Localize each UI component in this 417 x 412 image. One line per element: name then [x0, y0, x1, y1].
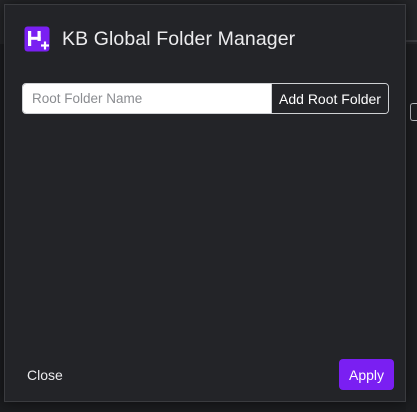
background-divider [406, 40, 417, 42]
background-control-edge [410, 103, 417, 121]
close-button[interactable]: Close [25, 365, 65, 385]
dialog-title: KB Global Folder Manager [62, 27, 296, 50]
apply-button[interactable]: Apply [339, 359, 394, 390]
folder-manager-dialog: KB Global Folder Manager Add Root Folder… [4, 4, 406, 402]
dialog-header: KB Global Folder Manager [24, 23, 295, 55]
background-app-panel [406, 44, 417, 412]
root-folder-name-input[interactable] [23, 84, 271, 113]
root-folder-form: Add Root Folder [22, 83, 389, 114]
add-root-folder-button[interactable]: Add Root Folder [271, 84, 388, 113]
h-plus-logo-icon [24, 26, 50, 52]
